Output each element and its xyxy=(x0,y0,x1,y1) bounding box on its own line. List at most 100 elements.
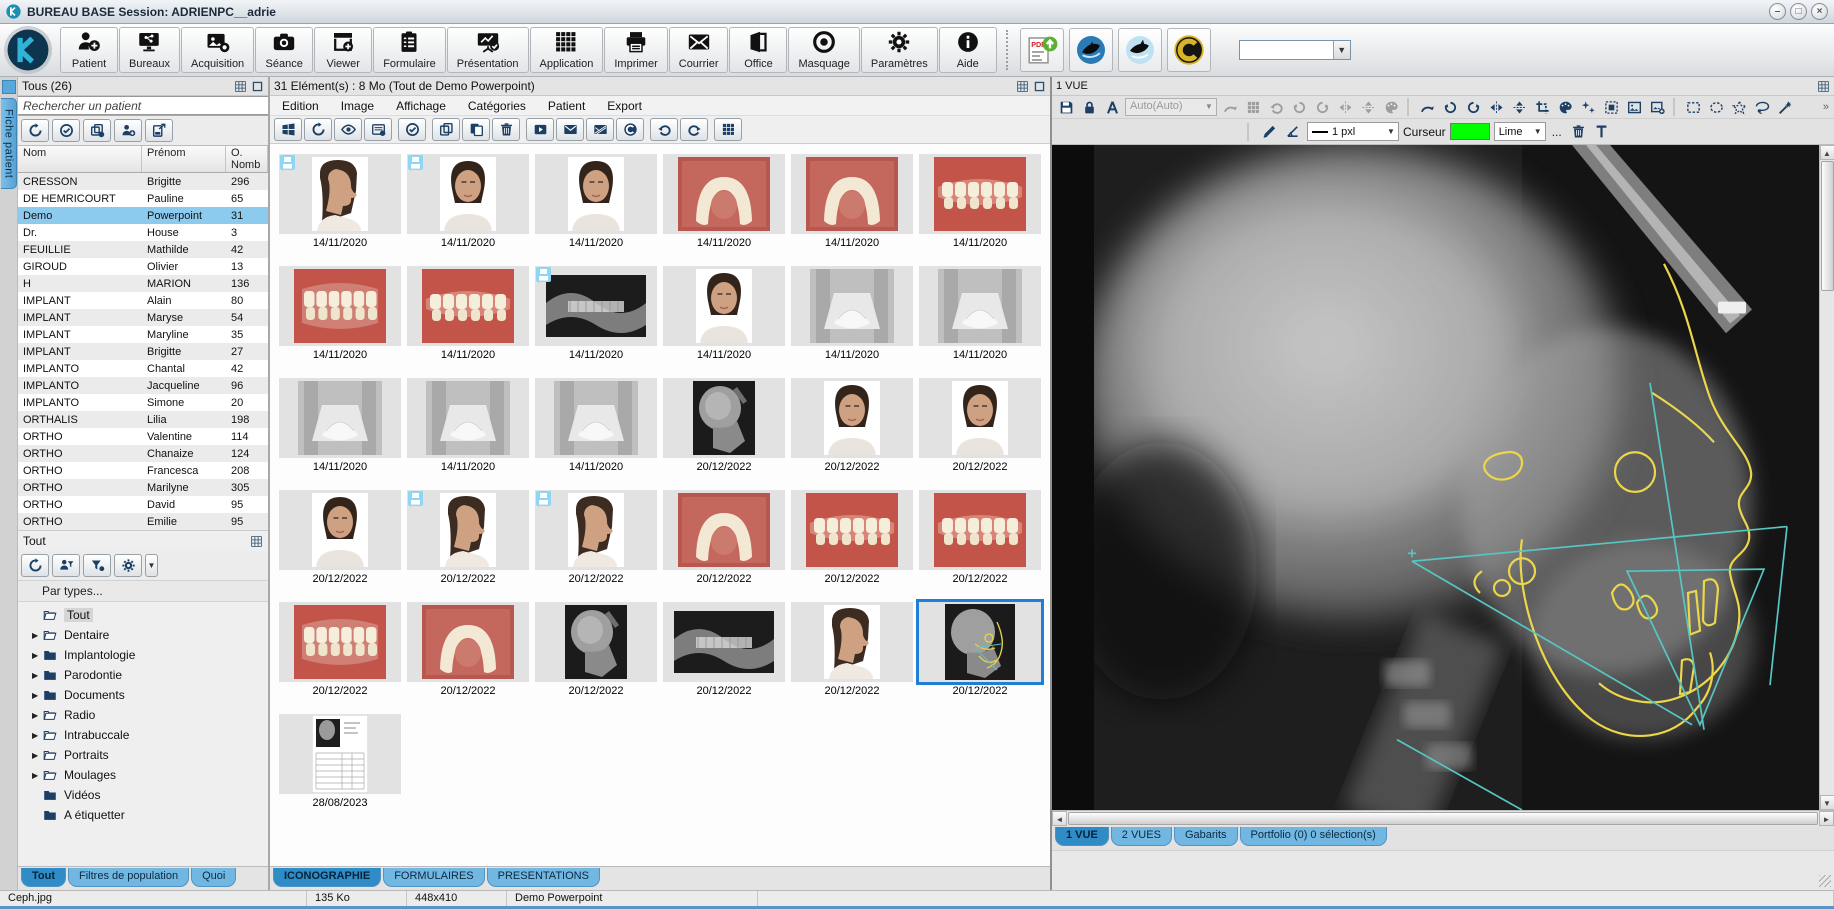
tab-iconographie[interactable]: ICONOGRAPHIE xyxy=(273,868,381,887)
thumbnail-image-xray-traced[interactable] xyxy=(919,602,1041,682)
orca-ball-button[interactable] xyxy=(1069,28,1113,72)
toolbar-button-bureaux[interactable]: Bureaux xyxy=(119,27,180,73)
horizontal-scrollbar[interactable]: ◄ ► xyxy=(1052,810,1834,826)
tab-2-vues[interactable]: 2 VUES xyxy=(1111,827,1172,846)
scrollbar-thumb[interactable] xyxy=(1821,161,1834,291)
table-row[interactable]: IMPLANTOSimone20 xyxy=(18,394,268,411)
toolbar-button-formulaire[interactable]: Formulaire xyxy=(373,27,446,73)
lock-button[interactable] xyxy=(1078,97,1100,117)
c-gold-button[interactable] xyxy=(1167,28,1211,72)
copy-button[interactable] xyxy=(432,118,460,141)
mail-off-button[interactable] xyxy=(586,118,614,141)
grid-icon[interactable] xyxy=(250,535,263,548)
scroll-left-icon[interactable]: ◄ xyxy=(1052,811,1067,826)
thumbnail-image-portrait-profile[interactable] xyxy=(791,602,913,682)
thumbnail-image-portrait-profile[interactable] xyxy=(279,154,401,234)
menu-image[interactable]: Image xyxy=(341,99,374,113)
toolbar-button-imprimer[interactable]: Imprimer xyxy=(604,27,667,73)
thumbnail-item[interactable]: 14/11/2020 xyxy=(918,266,1042,370)
thumbnail-image-document[interactable] xyxy=(279,714,401,794)
chevron-down-icon[interactable]: ▼ xyxy=(145,554,158,577)
flip-h-button[interactable] xyxy=(1485,97,1507,117)
thumbnail-image-portrait-front[interactable] xyxy=(791,378,913,458)
grid-icon[interactable] xyxy=(234,80,247,93)
frame-button[interactable] xyxy=(1600,97,1622,117)
c-circle-button[interactable] xyxy=(616,118,644,141)
palette-button[interactable] xyxy=(1380,97,1402,117)
k-logo-button[interactable] xyxy=(4,26,52,74)
tree-expand-arrow-icon[interactable]: ▶ xyxy=(32,711,42,720)
thumbnail-item[interactable]: 20/12/2022 xyxy=(918,378,1042,482)
thumbnail-item[interactable]: 20/12/2022 xyxy=(278,490,402,594)
thumbnail-image-xray-ceph[interactable] xyxy=(535,602,657,682)
scroll-right-icon[interactable]: ► xyxy=(1819,811,1834,826)
thumbnail-item[interactable]: 20/12/2022 xyxy=(662,490,786,594)
paste-button[interactable] xyxy=(462,118,490,141)
thumbnail-item[interactable]: 14/11/2020 xyxy=(406,378,530,482)
windows-button[interactable] xyxy=(274,118,302,141)
toolbar-button-office[interactable]: Office xyxy=(729,27,787,73)
export-button[interactable] xyxy=(145,119,173,142)
table-row[interactable]: ORTHODavid95 xyxy=(18,496,268,513)
pdf-upload-button[interactable]: PDF xyxy=(1020,28,1064,72)
table-row[interactable]: CRESSONBrigitte296 xyxy=(18,173,268,190)
angle-button[interactable] xyxy=(1281,122,1303,142)
thumbnail-item[interactable]: 20/12/2022 xyxy=(662,378,786,482)
fiche-patient-vertical-tab[interactable]: Fiche patient xyxy=(1,98,17,189)
thumbnail-image-portrait-front[interactable] xyxy=(279,490,401,570)
letter-a-button[interactable] xyxy=(1101,97,1123,117)
thumbnail-image-occlusal[interactable] xyxy=(663,154,785,234)
thumbnail-item[interactable]: 20/12/2022 xyxy=(278,602,402,706)
thumbnail-image-model[interactable] xyxy=(919,266,1041,346)
thumbnail-image-xray-pano[interactable] xyxy=(663,602,785,682)
tree-expand-arrow-icon[interactable]: ▶ xyxy=(32,691,42,700)
tree-item-radio[interactable]: ▶Radio xyxy=(18,705,268,725)
thumbnail-image-occlusal[interactable] xyxy=(791,154,913,234)
thumbnail-item[interactable]: 20/12/2022 xyxy=(406,602,530,706)
person-filter-button[interactable] xyxy=(52,554,80,577)
thumbnail-item[interactable]: 14/11/2020 xyxy=(406,266,530,370)
duplicate-button[interactable] xyxy=(83,119,111,142)
minimize-button[interactable]: – xyxy=(1769,3,1786,20)
tree-item-a-etiquetter[interactable]: A étiquetter xyxy=(18,805,268,825)
mail-button[interactable] xyxy=(556,118,584,141)
table-row[interactable]: ORTHOEmilie95 xyxy=(18,513,268,530)
maximize-button[interactable]: □ xyxy=(1790,3,1807,20)
types-list-header[interactable]: Par types... xyxy=(18,580,268,602)
grid-icon[interactable] xyxy=(1817,80,1830,93)
tab-tout[interactable]: Tout xyxy=(21,868,66,887)
save-button[interactable] xyxy=(1055,97,1077,117)
trash-button[interactable] xyxy=(1568,122,1590,142)
thumbnail-image-portrait-front[interactable] xyxy=(919,378,1041,458)
rotate-right-button[interactable] xyxy=(1462,97,1484,117)
thumbnail-item[interactable]: 14/11/2020 xyxy=(278,378,402,482)
thumbnail-item[interactable]: 14/11/2020 xyxy=(406,154,530,258)
select-rect-button[interactable] xyxy=(1682,97,1704,117)
thumbnail-image-buccal[interactable] xyxy=(407,266,529,346)
check-circle-button[interactable] xyxy=(398,118,426,141)
toolbar-button-courrier[interactable]: Courrier xyxy=(669,27,729,73)
tree-item-documents[interactable]: ▶Documents xyxy=(18,685,268,705)
lasso-button[interactable] xyxy=(1751,97,1773,117)
search-input[interactable] xyxy=(18,96,268,115)
tree-expand-arrow-icon[interactable]: ▶ xyxy=(32,631,42,640)
crop-button[interactable] xyxy=(1531,97,1553,117)
toolbar-button-viewer[interactable]: Viewer xyxy=(314,27,372,73)
table-row[interactable]: HMARION136 xyxy=(18,275,268,292)
menu-categories[interactable]: Catégories xyxy=(468,99,526,113)
scroll-down-icon[interactable]: ▼ xyxy=(1820,795,1834,810)
tab-presentations[interactable]: PRESENTATIONS xyxy=(487,868,600,887)
chevron-down-icon[interactable]: ▼ xyxy=(1333,41,1350,59)
table-row[interactable]: IMPLANTBrigitte27 xyxy=(18,343,268,360)
pencil-button[interactable] xyxy=(1258,122,1280,142)
toolbar-button-patient[interactable]: Patient xyxy=(60,27,118,73)
rotate-right-button[interactable] xyxy=(1311,97,1333,117)
toolbar-overflow-chevrons[interactable]: » xyxy=(1823,101,1831,113)
tree-expand-arrow-icon[interactable]: ▶ xyxy=(32,671,42,680)
thumbnail-item[interactable]: 28/08/2023 xyxy=(278,714,402,818)
table-row[interactable]: IMPLANTOJacqueline96 xyxy=(18,377,268,394)
grid-icon[interactable] xyxy=(1016,80,1029,93)
column-header-prenom[interactable]: Prénom xyxy=(142,146,226,172)
refresh-button[interactable] xyxy=(304,118,332,141)
tree-item-dentaire[interactable]: ▶Dentaire xyxy=(18,625,268,645)
